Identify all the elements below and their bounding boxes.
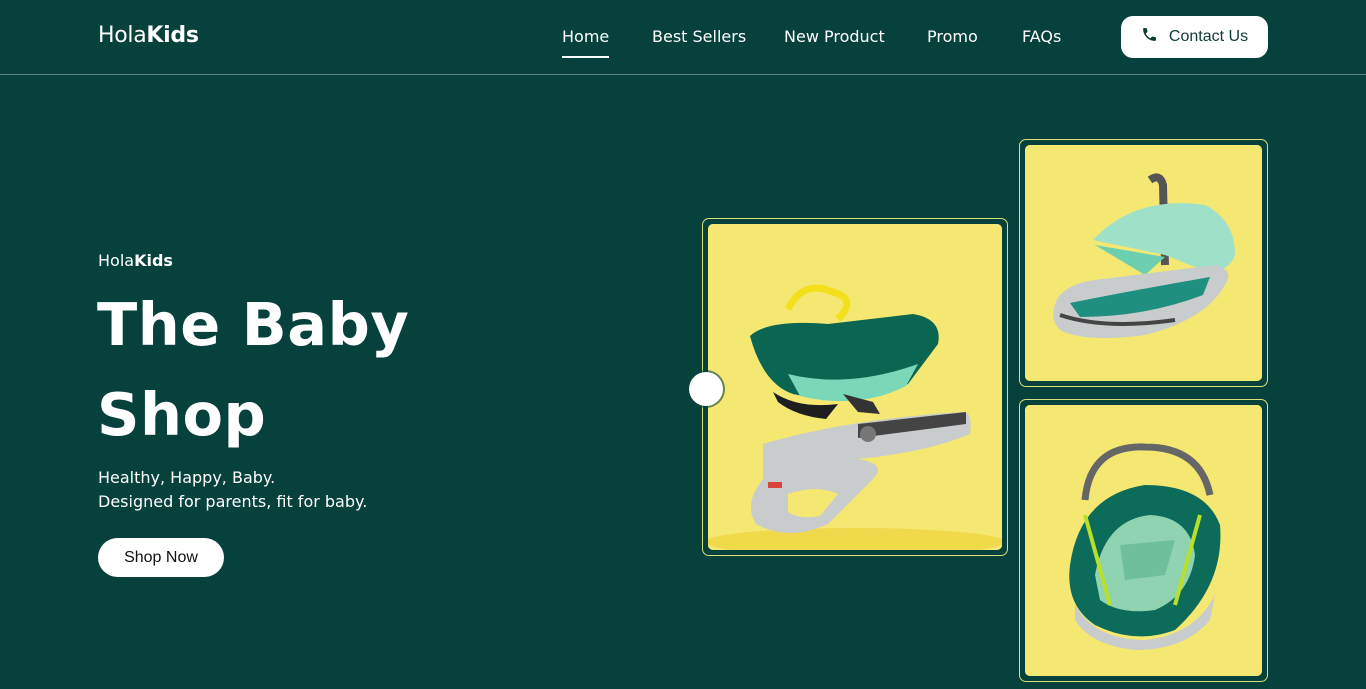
page: HolaKids Home Best Sellers New Product P… bbox=[0, 0, 1366, 689]
hero-title-line-2: Shop bbox=[97, 380, 267, 449]
product-image-car-seat-side bbox=[1025, 145, 1262, 381]
product-card-bottom[interactable] bbox=[1019, 399, 1268, 682]
nav-item-new-product[interactable]: New Product bbox=[784, 27, 885, 46]
product-card-top[interactable] bbox=[1019, 139, 1268, 387]
nav-item-home[interactable]: Home bbox=[562, 27, 610, 58]
contact-us-button[interactable]: Contact Us bbox=[1121, 16, 1268, 58]
nav-item-faqs[interactable]: FAQs bbox=[1022, 27, 1061, 46]
hero-title-line-1: The Baby bbox=[97, 290, 410, 359]
phone-icon bbox=[1141, 26, 1158, 48]
nav-item-best-sellers[interactable]: Best Sellers bbox=[652, 27, 746, 46]
hero-title: The Baby Shop bbox=[97, 280, 517, 460]
product-image-car-seat-convertible bbox=[708, 224, 1002, 550]
hero-brand: HolaKids bbox=[98, 251, 173, 270]
shop-now-button[interactable]: Shop Now bbox=[98, 538, 224, 577]
tagline-line-2: Designed for parents, fit for baby. bbox=[98, 492, 368, 511]
hero-tagline: Healthy, Happy, Baby. Designed for paren… bbox=[98, 466, 367, 514]
nav-item-promo[interactable]: Promo bbox=[927, 27, 978, 46]
hero-brand-bold: Kids bbox=[134, 251, 173, 270]
product-image-car-seat-top bbox=[1025, 405, 1262, 676]
hero-brand-light: Hola bbox=[98, 251, 135, 270]
site-header: HolaKids Home Best Sellers New Product P… bbox=[0, 0, 1366, 75]
tagline-line-1: Healthy, Happy, Baby. bbox=[98, 468, 276, 487]
slider-handle[interactable] bbox=[689, 372, 723, 406]
product-card-main[interactable] bbox=[702, 218, 1008, 556]
contact-us-label: Contact Us bbox=[1168, 28, 1249, 45]
